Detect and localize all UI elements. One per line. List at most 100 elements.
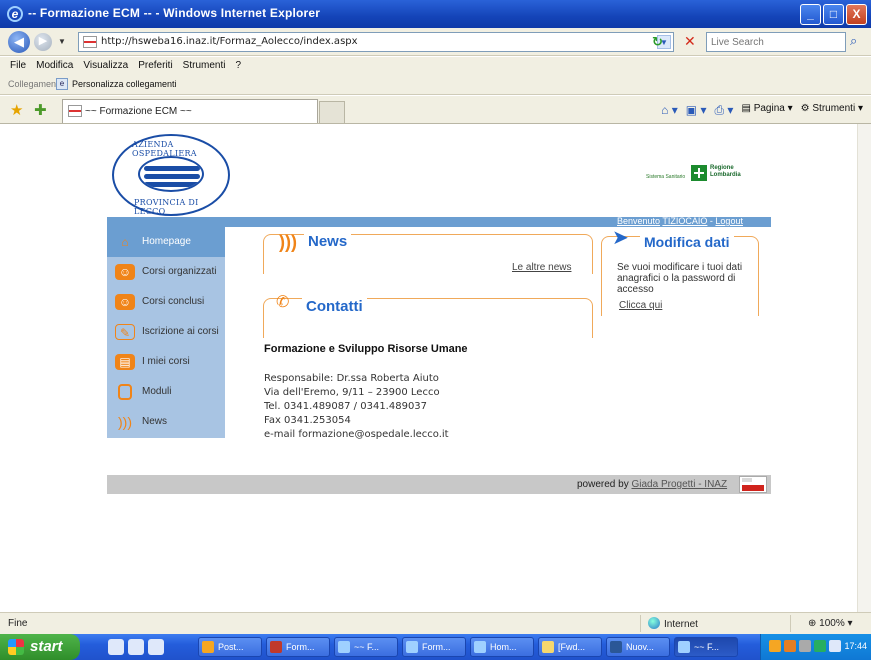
welcome-user: TIZIOCAIO <box>662 216 708 226</box>
minimize-button[interactable]: _ <box>800 4 821 25</box>
news-title: News <box>304 233 352 250</box>
menu-modifica[interactable]: Modifica <box>36 60 73 71</box>
window-title: -- Formazione ECM -- - Windows Internet … <box>28 6 321 20</box>
enroll-icon: ✎ <box>115 324 135 340</box>
tools-menu[interactable]: ⚙ Strumenti ▾ <box>801 103 863 118</box>
taskbar-button[interactable]: Hom... <box>470 637 534 657</box>
sidebar-item-miei-corsi[interactable]: ▤ I miei corsi <box>107 347 225 377</box>
taskbar-button[interactable]: Post... <box>198 637 262 657</box>
home-icon: ⌂ <box>121 235 129 249</box>
sidebar-item-moduli[interactable]: Moduli <box>107 377 225 407</box>
status-text: Fine <box>8 618 28 629</box>
contact-heading: Formazione e Sviluppo Risorse Umane <box>264 343 468 355</box>
media-icon[interactable] <box>128 639 144 655</box>
tab-bar: ★ ✚ ~~ Formazione ECM ~~ ⌂ ▾ ▣ ▾ ⎙ ▾ ▤ P… <box>0 96 871 124</box>
region-logo: Sistema Sanitario Regione Lombardia <box>646 162 750 188</box>
sidebar-item-news[interactable]: ))) News <box>107 407 225 437</box>
sidebar-item-iscrizione[interactable]: ✎ Iscrizione ai corsi <box>107 317 225 347</box>
rss-icon: ))) <box>279 232 297 252</box>
history-dropdown-icon[interactable]: ▼ <box>58 37 66 46</box>
region-small-text: Sistema Sanitario <box>646 174 686 180</box>
taskbar-button[interactable]: Form... <box>266 637 330 657</box>
add-favorites-icon[interactable]: ✚ <box>34 101 47 119</box>
hospital-logo: AZIENDA OSPEDALIERA PROVINCIA DI LECCO <box>112 134 230 216</box>
links-bar: Collegamenti e Personalizza collegamenti <box>0 75 871 95</box>
search-field[interactable] <box>706 32 846 52</box>
contact-phone: Tel. 0341.489087 / 0341.489037 <box>264 401 428 412</box>
contact-address: Via dell'Eremo, 9/11 – 23900 Lecco <box>264 387 440 398</box>
page-menu[interactable]: ▤ Pagina ▾ <box>741 103 792 118</box>
page-icon <box>83 36 97 48</box>
favorites-star-icon[interactable]: ★ <box>10 101 23 119</box>
ie-quick-icon[interactable] <box>148 639 164 655</box>
print-icon[interactable]: ⎙ ▾ <box>714 103 733 118</box>
windows-flag-icon <box>8 639 24 655</box>
search-icon[interactable]: ⌕ <box>850 33 857 49</box>
sidebar-item-label: Corsi organizzati <box>142 266 217 277</box>
tab-label: ~~ Formazione ECM ~~ <box>85 106 192 117</box>
close-button[interactable]: X <box>846 4 867 25</box>
stop-icon[interactable]: ✕ <box>684 33 696 50</box>
taskbar-button[interactable]: ~~ F... <box>334 637 398 657</box>
sidebar-item-homepage[interactable]: ⌂ Homepage <box>107 227 225 257</box>
taskbar-buttons: Post... Form... ~~ F... Form... Hom... [… <box>198 637 738 657</box>
tray-app-icon[interactable] <box>769 640 781 652</box>
clock: 17:44 <box>844 641 867 651</box>
maximize-button[interactable]: □ <box>823 4 844 25</box>
menu-strumenti[interactable]: Strumenti <box>183 60 226 71</box>
feeds-icon[interactable]: ▣ ▾ <box>686 103 707 118</box>
start-button[interactable]: start <box>0 634 80 660</box>
tray-app-icon[interactable] <box>814 640 826 652</box>
region-name-1: Regione <box>710 165 734 171</box>
url-field[interactable]: http://hsweba16.inaz.it/Formaz_Aolecco/i… <box>78 32 674 52</box>
contact-fax: Fax 0341.253054 <box>264 415 351 426</box>
modifica-text: Se vuoi modificare i tuoi dati anagrafic… <box>617 262 743 295</box>
vertical-scrollbar[interactable] <box>857 124 871 612</box>
address-bar: ◀ ▶ ▼ http://hsweba16.inaz.it/Formaz_Aol… <box>0 28 871 56</box>
tray-app-icon[interactable] <box>799 640 811 652</box>
taskbar-button[interactable]: [Fwd... <box>538 637 602 657</box>
security-zone: Internet <box>648 617 698 630</box>
zoom-level[interactable]: ⊕ 100% ▾ <box>808 618 853 629</box>
ie-link-icon: e <box>56 78 68 90</box>
sidebar-item-corsi-organizzati[interactable]: ☺ Corsi organizzati <box>107 257 225 287</box>
new-tab-button[interactable] <box>319 101 345 123</box>
sidebar: ⌂ Homepage ☺ Corsi organizzati ☺ Corsi c… <box>107 227 225 438</box>
menu-file[interactable]: File <box>10 60 26 71</box>
sidebar-item-label: Iscrizione ai corsi <box>142 326 219 337</box>
tray-app-icon[interactable] <box>784 640 796 652</box>
users-icon: ☺ <box>115 264 135 280</box>
contact-responsabile: Responsabile: Dr.ssa Roberta Aiuto <box>264 373 439 384</box>
seal-top-text: AZIENDA OSPEDALIERA <box>132 140 197 158</box>
sidebar-item-label: Corsi conclusi <box>142 296 205 307</box>
refresh-icon[interactable]: ↻ <box>652 34 663 50</box>
tab-formazione[interactable]: ~~ Formazione ECM ~~ <box>62 99 318 123</box>
window-titlebar[interactable]: e -- Formazione ECM -- - Windows Interne… <box>0 0 871 28</box>
edit-arrow-icon: ➤ <box>612 227 629 249</box>
show-desktop-icon[interactable] <box>108 639 124 655</box>
taskbar: start Post... Form... ~~ F... Form... Ho… <box>0 634 871 660</box>
forward-button[interactable]: ▶ <box>34 33 52 51</box>
menu-visualizza[interactable]: Visualizza <box>83 60 128 71</box>
sidebar-item-label: I miei corsi <box>142 356 190 367</box>
menu-preferiti[interactable]: Preferiti <box>138 60 172 71</box>
inaz-logo <box>739 476 767 493</box>
search-input[interactable] <box>711 34 841 50</box>
giada-link[interactable]: Giada Progetti - INAZ <box>631 479 727 490</box>
taskbar-button[interactable]: ~~ F... <box>674 637 738 657</box>
personalizza-link[interactable]: Personalizza collegamenti <box>72 79 177 89</box>
url-text: http://hsweba16.inaz.it/Formaz_Aolecco/i… <box>101 36 358 47</box>
sidebar-item-corsi-conclusi[interactable]: ☺ Corsi conclusi <box>107 287 225 317</box>
modifica-title: Modifica dati <box>640 234 734 250</box>
home-icon[interactable]: ⌂ ▾ <box>661 103 678 118</box>
clicca-qui-link[interactable]: Clicca qui <box>619 300 662 311</box>
altre-news-link[interactable]: Le altre news <box>512 262 571 273</box>
logout-link[interactable]: Logout <box>715 216 743 226</box>
menu-help[interactable]: ? <box>235 60 241 71</box>
taskbar-button[interactable]: Form... <box>402 637 466 657</box>
volume-icon[interactable] <box>829 640 841 652</box>
taskbar-button[interactable]: Nuov... <box>606 637 670 657</box>
menu-bar: File Modifica Visualizza Preferiti Strumenti… <box>0 57 871 75</box>
back-button[interactable]: ◀ <box>8 31 30 53</box>
sidebar-item-label: Moduli <box>142 386 172 397</box>
